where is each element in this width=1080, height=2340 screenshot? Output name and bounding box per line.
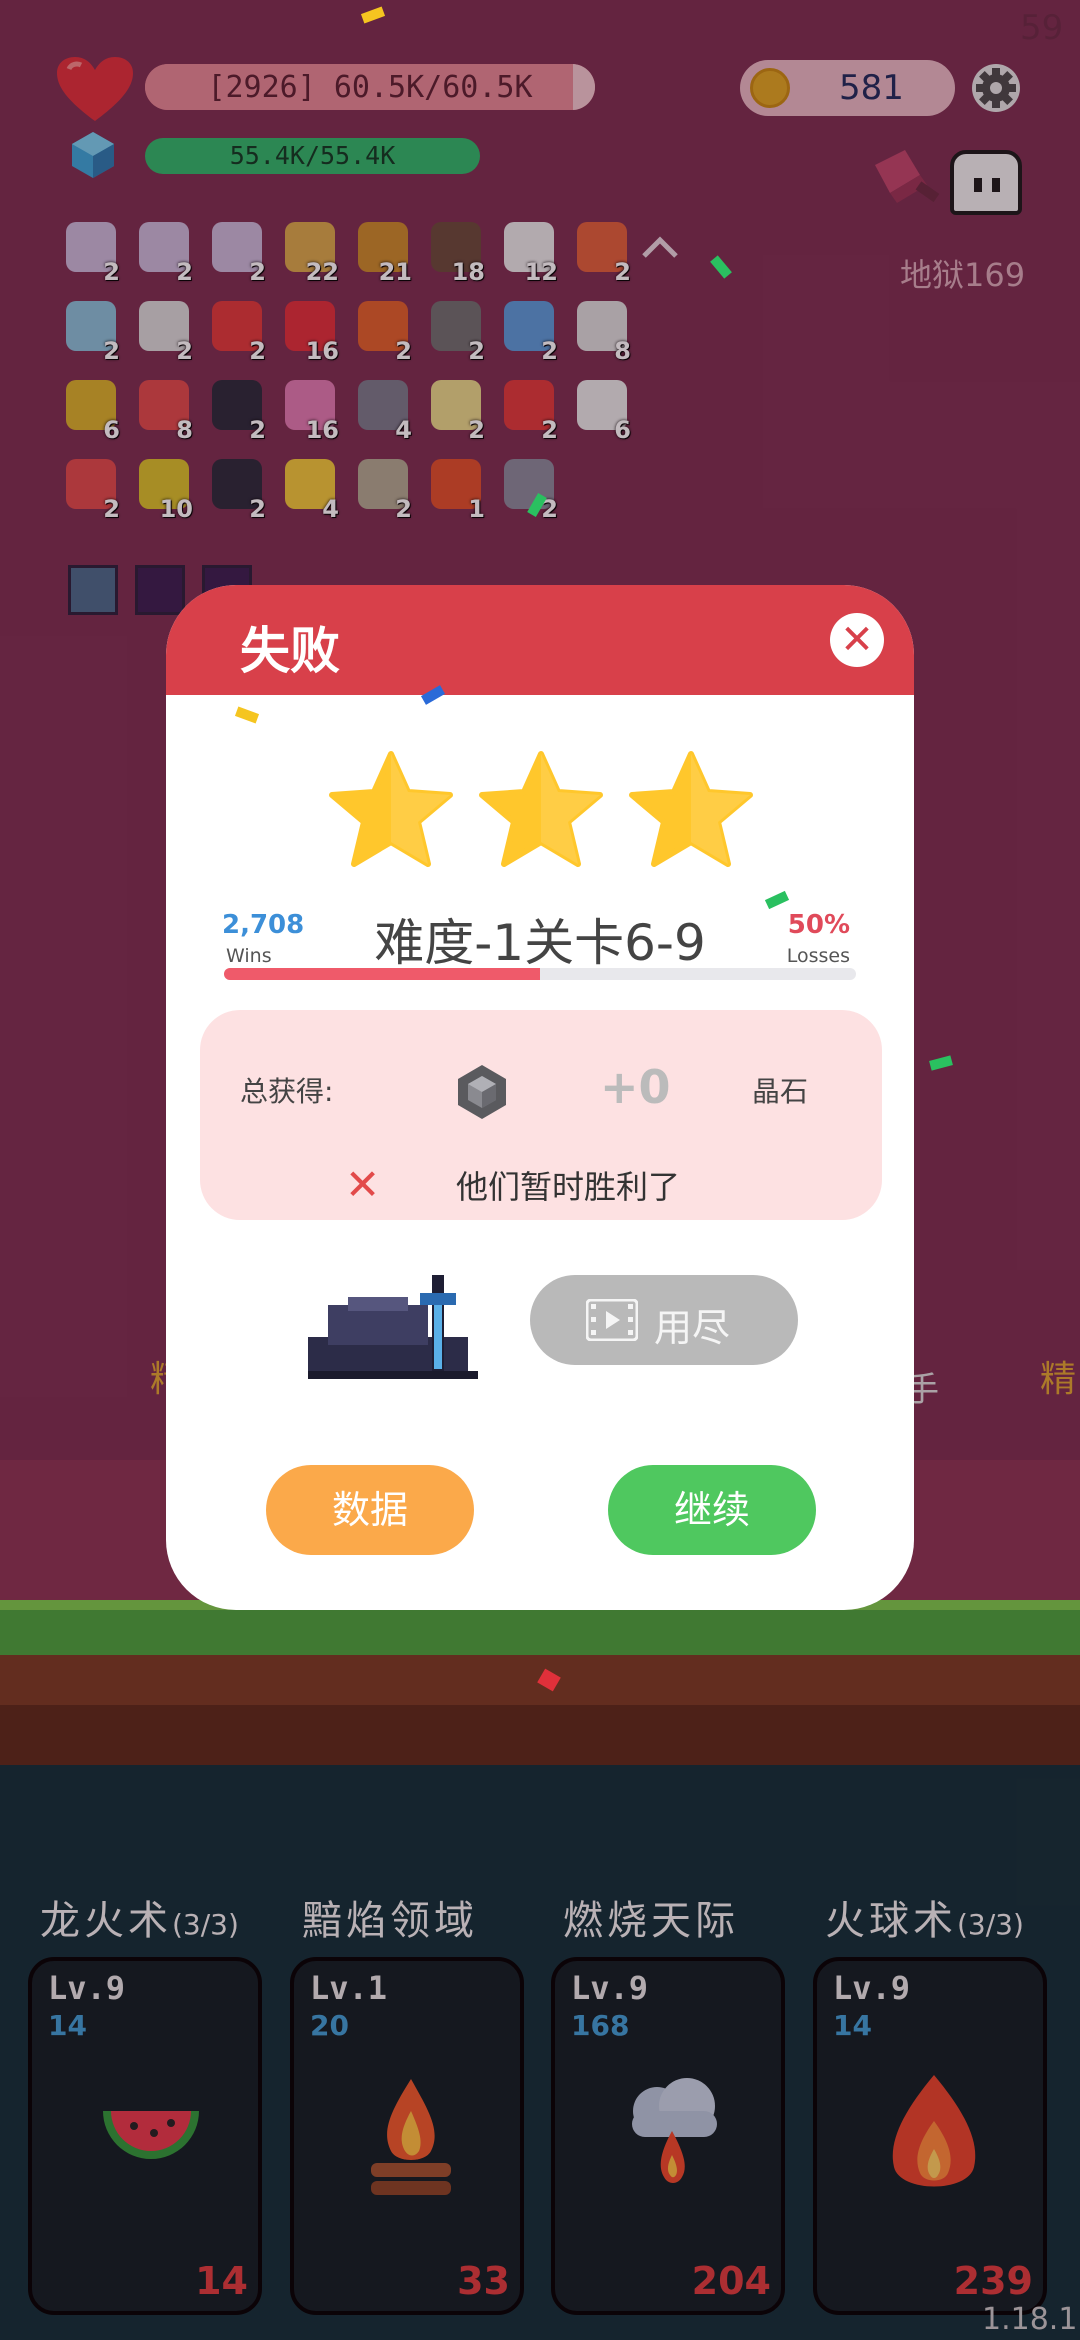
stats-button[interactable]: 数据 bbox=[266, 1465, 474, 1555]
video-play-icon bbox=[586, 1299, 638, 1341]
reward-amount: +0 bbox=[600, 1060, 671, 1114]
star-icon bbox=[329, 751, 453, 867]
result-dialog: 失败 ✕ 2,708 Wins 难度-1关卡6-9 50% Losses 总获得… bbox=[166, 585, 914, 1610]
losses-percent: 50% bbox=[787, 910, 850, 940]
losses-label: Losses bbox=[786, 945, 850, 967]
reward-currency: 晶石 bbox=[752, 1075, 809, 1108]
star-rating bbox=[326, 750, 766, 880]
fail-message: 他们暂时胜利了 bbox=[456, 1168, 681, 1206]
dialog-header: 失败 ✕ bbox=[166, 585, 914, 695]
win-rate-bar bbox=[224, 968, 856, 980]
reward-label: 总获得: bbox=[240, 1075, 334, 1108]
video-button-label: 用尽 bbox=[654, 1306, 731, 1350]
close-button[interactable]: ✕ bbox=[830, 613, 884, 667]
broken-weapon-icon bbox=[308, 1275, 478, 1379]
crystal-stone-icon bbox=[458, 1065, 506, 1119]
win-rate-fill bbox=[224, 968, 540, 980]
cross-icon: ✕ bbox=[345, 1160, 381, 1209]
close-icon: ✕ bbox=[840, 617, 874, 663]
star-icon bbox=[629, 751, 753, 867]
confetti bbox=[234, 706, 260, 724]
dialog-title: 失败 bbox=[240, 622, 340, 680]
star-icon bbox=[479, 751, 603, 867]
watch-video-button[interactable]: 用尽 bbox=[530, 1275, 798, 1365]
reward-panel: 总获得: +0 晶石 ✕ 他们暂时胜利了 bbox=[200, 1010, 882, 1220]
continue-button[interactable]: 继续 bbox=[608, 1465, 816, 1555]
